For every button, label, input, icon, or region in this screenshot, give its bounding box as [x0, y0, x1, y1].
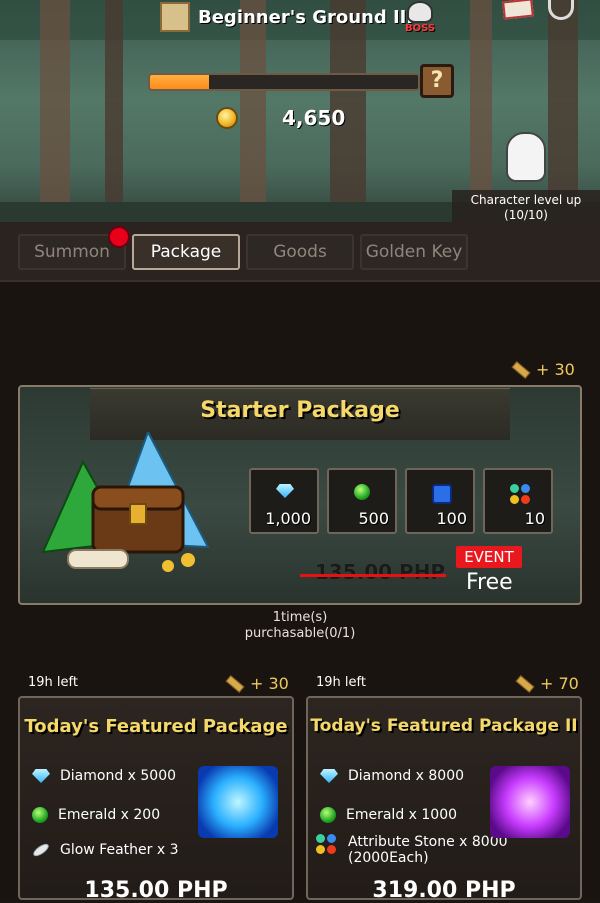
- boss-button[interactable]: BOSS: [400, 0, 440, 34]
- tab-package[interactable]: Package: [132, 234, 240, 270]
- featured-package-title: Today's Featured Package: [24, 716, 288, 737]
- featured-1-key-reward: + 30: [225, 674, 289, 693]
- stage-map-icon[interactable]: [160, 2, 190, 32]
- gold-value: 4,650: [282, 106, 346, 130]
- item-qty: 500: [358, 509, 389, 528]
- tap-hand-icon[interactable]: [506, 132, 546, 182]
- treasure-chest-icon: [41, 432, 210, 572]
- attribute-stone-icon: [316, 834, 338, 856]
- gold-coin-icon: [216, 107, 238, 129]
- attribute-stone-icon: [510, 484, 532, 506]
- level-up-count: (10/10): [504, 208, 548, 222]
- event-badge: EVENT: [456, 546, 522, 568]
- tree-trunk: [548, 0, 578, 222]
- stage-header: Beginner's Ground III: [160, 0, 440, 34]
- item-qty: 100: [436, 509, 467, 528]
- emerald-icon: [320, 807, 336, 823]
- line-text: (2000Each): [348, 850, 429, 866]
- mail-icon[interactable]: [502, 0, 534, 20]
- line-text: Diamond x 5000: [60, 768, 177, 784]
- dice-icon: [432, 484, 452, 504]
- glow-feather-icon: [31, 841, 51, 859]
- item-qty: 10: [524, 509, 545, 528]
- tree-trunk: [40, 0, 70, 222]
- starter-package-title: Starter Package: [200, 398, 400, 423]
- diamond-icon: [32, 769, 50, 783]
- golden-key-icon: [511, 360, 531, 379]
- starter-key-reward: + 30: [511, 360, 575, 379]
- featured-2-price-button[interactable]: 319.00 PHP: [306, 878, 582, 903]
- starter-price-button[interactable]: Free: [466, 570, 513, 595]
- key-reward-value: + 30: [536, 360, 575, 379]
- shop-tab-bar: Summon Package Goods Golden Key: [0, 222, 600, 282]
- featured-1-line-diamond: Diamond x 5000: [32, 768, 176, 784]
- stage-progress-fill: [150, 75, 209, 89]
- featured-1-line-feather: Glow Feather x 3: [31, 841, 179, 859]
- featured-2-line-diamond: Diamond x 8000: [320, 768, 464, 784]
- starter-item-dice: 100: [405, 468, 475, 534]
- purple-chest-icon: [490, 766, 570, 838]
- purchase-limit-line-1: 1time(s): [272, 610, 328, 625]
- featured-1-line-emerald: Emerald x 200: [32, 807, 160, 823]
- tree-trunk: [105, 0, 123, 222]
- starter-item-emerald: 500: [327, 468, 397, 534]
- line-text: Glow Feather x 3: [60, 842, 179, 858]
- blue-chest-icon: [198, 766, 278, 838]
- purchase-limit-info: 1time(s) purchasable(0/1): [200, 610, 400, 642]
- tab-golden-key[interactable]: Golden Key: [360, 234, 468, 270]
- diamond-icon: [320, 769, 338, 783]
- golden-key-icon: [515, 674, 535, 693]
- featured-2-key-reward: + 70: [515, 674, 579, 693]
- starter-item-attribute-stone: 10: [483, 468, 553, 534]
- golden-key-icon: [225, 674, 245, 693]
- starter-original-price: 135.00 PHP: [314, 560, 446, 584]
- stage-title: Beginner's Ground III: [198, 6, 414, 28]
- price-strikethrough: [300, 574, 446, 577]
- item-qty: 1,000: [265, 509, 311, 528]
- mystery-box-icon[interactable]: ?: [420, 64, 454, 98]
- level-up-text: Character level up: [470, 193, 582, 207]
- featured-1-price-button[interactable]: 135.00 PHP: [18, 878, 294, 903]
- stage-progress-bar: [148, 73, 420, 91]
- key-reward-value: + 70: [540, 674, 579, 693]
- tab-goods[interactable]: Goods: [246, 234, 354, 270]
- boss-label: BOSS: [404, 23, 436, 34]
- notification-dot: [108, 226, 130, 248]
- purchase-limit-line-2: purchasable(0/1): [244, 626, 356, 641]
- featured-1-time-left: 19h left: [28, 675, 78, 690]
- line-text: Emerald x 1000: [346, 807, 458, 823]
- line-text: Emerald x 200: [58, 807, 161, 823]
- emerald-icon: [354, 484, 370, 500]
- tree-trunk: [470, 0, 492, 222]
- starter-item-diamond: 1,000: [249, 468, 319, 534]
- line-text: Attribute Stone x 8000: [348, 834, 508, 850]
- diamond-icon: [276, 484, 294, 498]
- featured-package-ii-title: Today's Featured Package II: [310, 716, 578, 736]
- line-text-wrapper: Attribute Stone x 8000 (2000Each): [348, 834, 508, 866]
- level-up-tooltip: Character level up (10/10): [452, 190, 600, 224]
- featured-2-line-emerald: Emerald x 1000: [320, 807, 457, 823]
- featured-2-time-left: 19h left: [316, 675, 366, 690]
- emerald-icon: [32, 807, 48, 823]
- line-text: Diamond x 8000: [348, 768, 465, 784]
- gold-counter: 4,650: [216, 106, 345, 130]
- featured-2-line-attribute-stone: Attribute Stone x 8000 (2000Each): [316, 834, 508, 866]
- key-reward-value: + 30: [250, 674, 289, 693]
- boss-face-icon: [407, 1, 433, 23]
